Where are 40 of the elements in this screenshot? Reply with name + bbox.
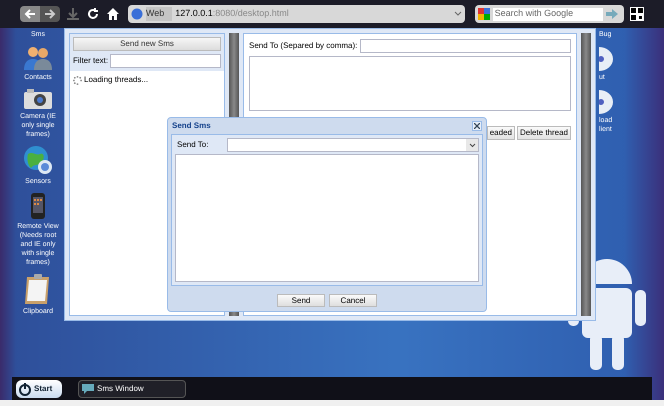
send-to-label: Send To (Separed by comma): <box>249 40 358 52</box>
message-field[interactable] <box>175 154 479 282</box>
globe-icon[interactable] <box>23 145 53 175</box>
search-field[interactable]: Search with Google <box>492 8 603 20</box>
dialog-title: Send Sms <box>172 120 211 132</box>
camera-icon[interactable] <box>23 88 53 110</box>
address-bar[interactable]: Web 127.0.0.1:8080/desktop.html <box>128 5 465 23</box>
spinner-icon <box>73 76 82 84</box>
search-bar[interactable]: Search with Google <box>474 5 624 23</box>
back-icon[interactable] <box>20 6 40 22</box>
people-icon[interactable] <box>23 45 53 71</box>
reload-icon[interactable] <box>86 7 100 21</box>
send-to-label: Send To: <box>176 139 210 151</box>
message-field[interactable] <box>249 56 571 111</box>
dialog-button[interactable]: Send <box>277 294 325 307</box>
filter-field[interactable] <box>110 54 221 68</box>
qr-code-icon[interactable] <box>630 7 644 21</box>
globe-icon <box>130 8 143 20</box>
scheme-label: Web <box>146 7 172 21</box>
download-icon[interactable] <box>66 7 80 21</box>
send-to-field[interactable] <box>360 39 571 53</box>
google-icon <box>478 8 490 20</box>
dropdown-icon[interactable] <box>454 11 462 17</box>
power-icon <box>18 382 32 396</box>
home-icon[interactable] <box>106 7 120 21</box>
taskbar-button[interactable]: Sms Window <box>78 380 186 398</box>
phone-icon[interactable] <box>30 192 46 220</box>
send-new-sms-button[interactable]: Send new Sms <box>73 37 221 51</box>
speech-bubble-icon <box>82 384 94 394</box>
forward-icon[interactable] <box>40 6 60 22</box>
dropdown-icon[interactable] <box>468 142 476 148</box>
loading-text: Loading threads... <box>84 74 148 86</box>
thread-button[interactable]: eaded <box>486 126 515 140</box>
dialog-button[interactable]: Cancel <box>329 294 377 307</box>
close-icon[interactable] <box>472 121 482 131</box>
url-text: 127.0.0.1:8080/desktop.html <box>175 7 290 20</box>
clipboard-icon[interactable] <box>24 273 52 305</box>
thread-button[interactable]: Delete thread <box>516 126 571 140</box>
filter-label: Filter text: <box>73 55 108 67</box>
start-button[interactable]: Start <box>16 380 62 398</box>
